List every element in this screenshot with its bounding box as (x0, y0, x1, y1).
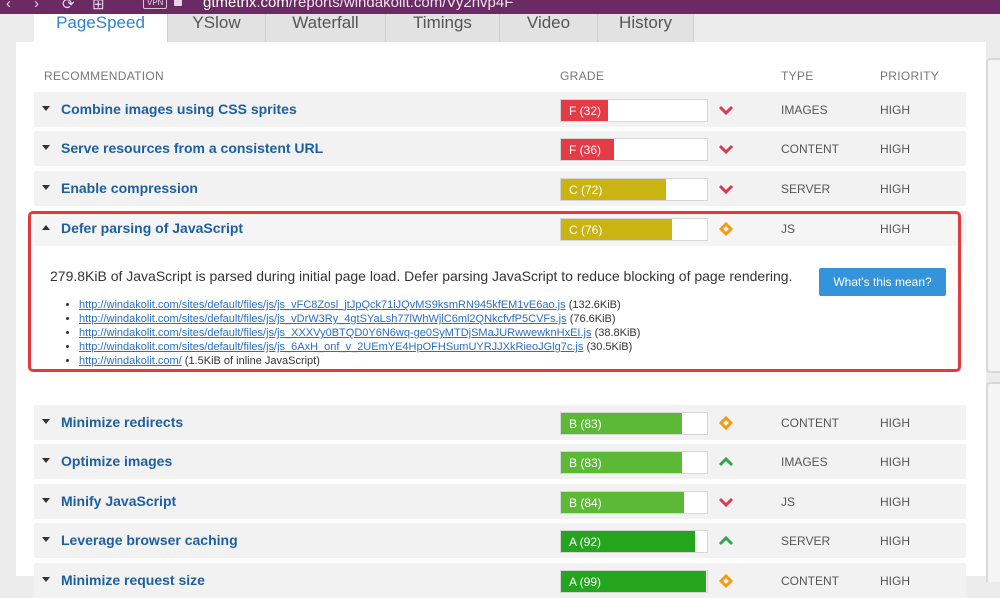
recommendation-title[interactable]: Combine images using CSS sprites (61, 101, 297, 117)
grade-label: A (99) (569, 575, 602, 589)
caret-down-icon[interactable] (42, 577, 50, 582)
grade-bar: A (99) (560, 570, 708, 593)
tab-waterfall[interactable]: Waterfall (266, 14, 386, 42)
caret-down-icon[interactable] (42, 419, 50, 424)
chevron-down-icon (718, 494, 734, 510)
caret-down-icon[interactable] (42, 537, 50, 542)
recommendation-row[interactable]: Leverage browser caching A (92) SERVER H… (34, 523, 966, 558)
lock-icon (174, 0, 182, 6)
priority-label: HIGH (880, 416, 910, 430)
diamond-icon (718, 415, 734, 431)
recommendation-row[interactable]: Minify JavaScript B (84) JS HIGH (34, 484, 966, 519)
type-label: CONTENT (781, 142, 839, 156)
priority-label: HIGH (880, 574, 910, 588)
tabs-grid-icon[interactable]: ⊞ (92, 0, 105, 13)
tab-label: PageSpeed (56, 14, 145, 32)
chevron-up-icon (718, 533, 734, 549)
reload-icon[interactable]: ⟳ (62, 0, 75, 13)
recommendation-title[interactable]: Minify JavaScript (61, 493, 176, 509)
grade-label: B (84) (569, 496, 602, 510)
grade-bar: F (32) (560, 99, 708, 122)
grade-bar: B (83) (560, 412, 708, 435)
priority-label: HIGH (880, 142, 910, 156)
chevron-down-icon (718, 141, 734, 157)
recommendation-title[interactable]: Leverage browser caching (61, 532, 238, 548)
type-label: JS (781, 495, 796, 509)
tab-yslow[interactable]: YSlow (168, 14, 266, 42)
tab-label: History (619, 14, 672, 32)
grade-bar: F (36) (560, 138, 708, 161)
column-header-priority[interactable]: PRIORITY (880, 69, 939, 83)
tab-label: Waterfall (292, 14, 359, 32)
type-label: IMAGES (781, 103, 828, 117)
diamond-icon (718, 573, 734, 589)
grade-label: F (32) (569, 104, 602, 118)
tab-label: Timings (413, 14, 472, 32)
priority-label: HIGH (880, 534, 910, 548)
recommendation-title[interactable]: Enable compression (61, 180, 198, 196)
chevron-down-icon (718, 181, 734, 197)
type-label: CONTENT (781, 416, 839, 430)
browser-toolbar: ‹ › ⟳ ⊞ VPN gtmetrix.com/reports/windako… (0, 0, 1000, 14)
tab-label: YSlow (192, 14, 241, 32)
url-host: gtmetrix.com (203, 0, 289, 11)
grade-label: B (83) (569, 417, 602, 431)
grade-label: C (72) (569, 183, 603, 197)
priority-label: HIGH (880, 103, 910, 117)
report-tabs: PageSpeed YSlow Waterfall Timings Video … (0, 14, 1000, 42)
recommendation-row[interactable]: Minimize redirects B (83) CONTENT HIGH (34, 405, 966, 440)
type-label: SERVER (781, 534, 831, 548)
side-panel-edge (986, 382, 1000, 582)
chevron-down-icon (718, 102, 734, 118)
grade-bar: C (72) (560, 178, 708, 201)
recommendation-title[interactable]: Serve resources from a consistent URL (61, 140, 323, 156)
column-header-grade[interactable]: GRADE (560, 69, 604, 83)
tab-label: Video (526, 14, 571, 32)
address-bar[interactable]: gtmetrix.com/reports/windakolit.com/Vy2h… (203, 0, 513, 11)
column-header-type[interactable]: TYPE (781, 69, 814, 83)
column-header-recommendation[interactable]: RECOMMENDATION (44, 69, 164, 83)
recommendation-title[interactable]: Minimize redirects (61, 414, 183, 430)
caret-down-icon[interactable] (42, 458, 50, 463)
chevron-up-icon (718, 454, 734, 470)
tab-history[interactable]: History (598, 14, 694, 42)
priority-label: HIGH (880, 182, 910, 196)
tab-pagespeed[interactable]: PageSpeed (34, 14, 168, 42)
back-icon[interactable]: ‹ (6, 0, 11, 12)
recommendation-row[interactable]: Optimize images B (83) IMAGES HIGH (34, 444, 966, 479)
priority-label: HIGH (880, 455, 910, 469)
forward-icon[interactable]: › (34, 0, 39, 12)
url-path: /reports/windakolit.com/Vy2hvp4F (288, 0, 514, 11)
caret-down-icon[interactable] (42, 498, 50, 503)
tab-timings[interactable]: Timings (386, 14, 500, 42)
vpn-badge[interactable]: VPN (143, 0, 168, 9)
recommendation-row[interactable]: Serve resources from a consistent URL F … (34, 131, 966, 166)
recommendation-row[interactable]: Minimize request size A (99) CONTENT HIG… (34, 563, 966, 598)
type-label: CONTENT (781, 574, 839, 588)
caret-down-icon[interactable] (42, 145, 50, 150)
highlight-annotation (28, 211, 961, 372)
recommendation-row[interactable]: Enable compression C (72) SERVER HIGH (34, 171, 966, 206)
type-label: SERVER (781, 182, 831, 196)
priority-label: HIGH (880, 495, 910, 509)
recommendation-title[interactable]: Minimize request size (61, 572, 205, 588)
grade-bar: B (83) (560, 451, 708, 474)
grade-label: B (83) (569, 456, 602, 470)
recommendation-title[interactable]: Optimize images (61, 453, 172, 469)
grade-label: F (36) (569, 143, 602, 157)
type-label: IMAGES (781, 455, 828, 469)
side-panel-edge (986, 58, 1000, 373)
caret-down-icon[interactable] (42, 106, 50, 111)
grade-bar: B (84) (560, 491, 708, 514)
grade-label: A (92) (569, 535, 602, 549)
tab-video[interactable]: Video (500, 14, 598, 42)
grade-bar: A (92) (560, 530, 708, 553)
recommendation-row[interactable]: Combine images using CSS sprites F (32) … (34, 92, 966, 127)
caret-down-icon[interactable] (42, 185, 50, 190)
